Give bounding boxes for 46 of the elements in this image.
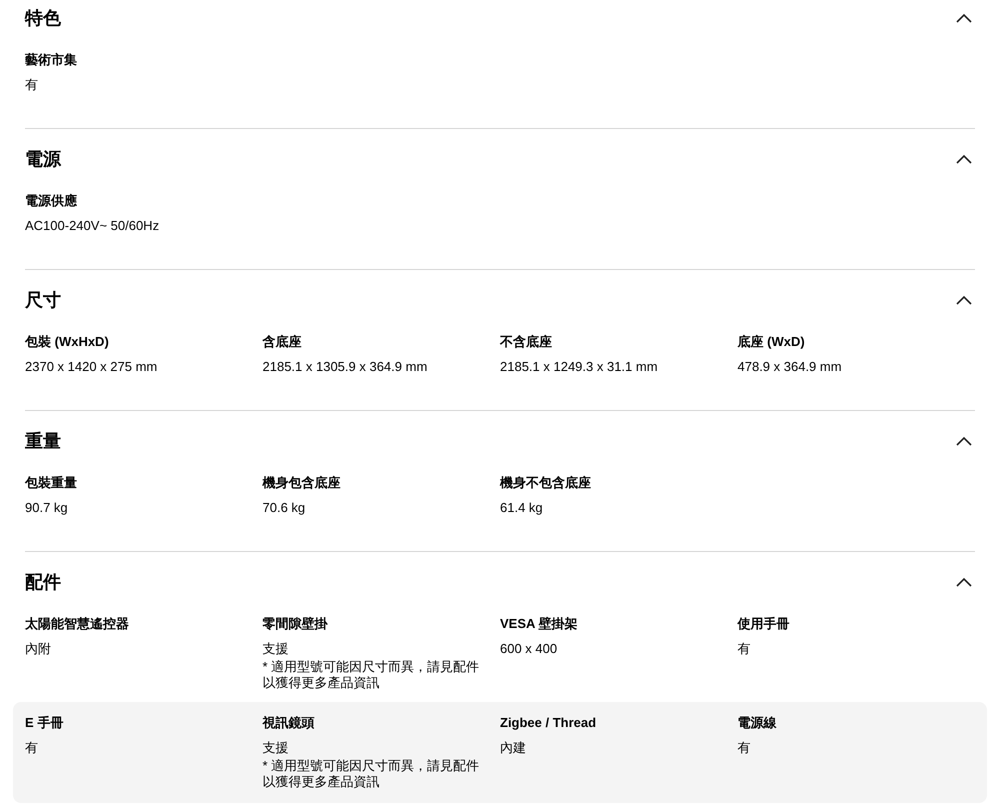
spec-label: 電源線 xyxy=(738,714,778,732)
spec-label: 含底座 xyxy=(262,333,302,351)
spec-value: 478.9 x 364.9 mm xyxy=(738,358,843,376)
spec-value: AC100-240V~ 50/60Hz xyxy=(25,217,160,235)
spec-value: 有 xyxy=(738,640,752,658)
spec-note: * 適用型號可能因尺寸而異，請見配件以獲得更多產品資訊 xyxy=(262,659,480,691)
chevron-up-icon[interactable] xyxy=(956,436,972,446)
spec-value: 內建 xyxy=(500,739,527,757)
spec-label: 底座 (WxD) xyxy=(738,333,806,351)
spec-note: * 適用型號可能因尺寸而異，請見配件以獲得更多產品資訊 xyxy=(262,758,480,790)
spec-value: 61.4 kg xyxy=(500,499,544,517)
section-title: 尺寸 xyxy=(25,289,61,312)
chevron-up-icon[interactable] xyxy=(956,154,972,164)
spec-label: E 手冊 xyxy=(25,714,64,732)
section-title: 重量 xyxy=(25,430,61,453)
spec-label: 機身不包含底座 xyxy=(500,474,592,492)
spec-value: 有 xyxy=(25,76,39,94)
spec-value: 2185.1 x 1249.3 x 31.1 mm xyxy=(500,358,659,376)
spec-value: 有 xyxy=(738,739,752,757)
spec-label: 藝術市集 xyxy=(25,51,78,69)
spec-value: 有 xyxy=(25,739,39,757)
section-title: 特色 xyxy=(25,7,61,30)
spec-label: 電源供應 xyxy=(25,192,78,210)
spec-label: 機身包含底座 xyxy=(262,474,342,492)
spec-label: 零間隙壁掛 xyxy=(262,615,329,633)
spec-label: 包裝 (WxHxD) xyxy=(25,333,110,351)
section-title: 電源 xyxy=(25,148,61,171)
spec-label: 使用手冊 xyxy=(738,615,790,633)
spec-label: 太陽能智慧遙控器 xyxy=(25,615,130,633)
spec-value: 支援 xyxy=(262,739,290,757)
chevron-up-icon[interactable] xyxy=(956,13,972,23)
chevron-up-icon[interactable] xyxy=(956,577,972,587)
spec-value: 支援 xyxy=(262,640,290,658)
spec-value: 2370 x 1420 x 275 mm xyxy=(25,358,158,376)
spec-value: 600 x 400 xyxy=(500,640,558,658)
spec-label: VESA 壁掛架 xyxy=(500,615,579,633)
spec-label: 包裝重量 xyxy=(25,474,78,492)
spec-value: 內附 xyxy=(25,640,52,658)
spec-label: Zigbee / Thread xyxy=(500,714,598,732)
spec-value: 70.6 kg xyxy=(262,499,306,517)
spec-label: 視訊鏡頭 xyxy=(262,714,316,732)
spec-value: 90.7 kg xyxy=(25,499,69,517)
spec-value: 2185.1 x 1305.9 x 364.9 mm xyxy=(262,358,428,376)
chevron-up-icon[interactable] xyxy=(956,295,972,305)
spec-label: 不含底座 xyxy=(500,333,553,351)
section-title: 配件 xyxy=(25,571,61,594)
